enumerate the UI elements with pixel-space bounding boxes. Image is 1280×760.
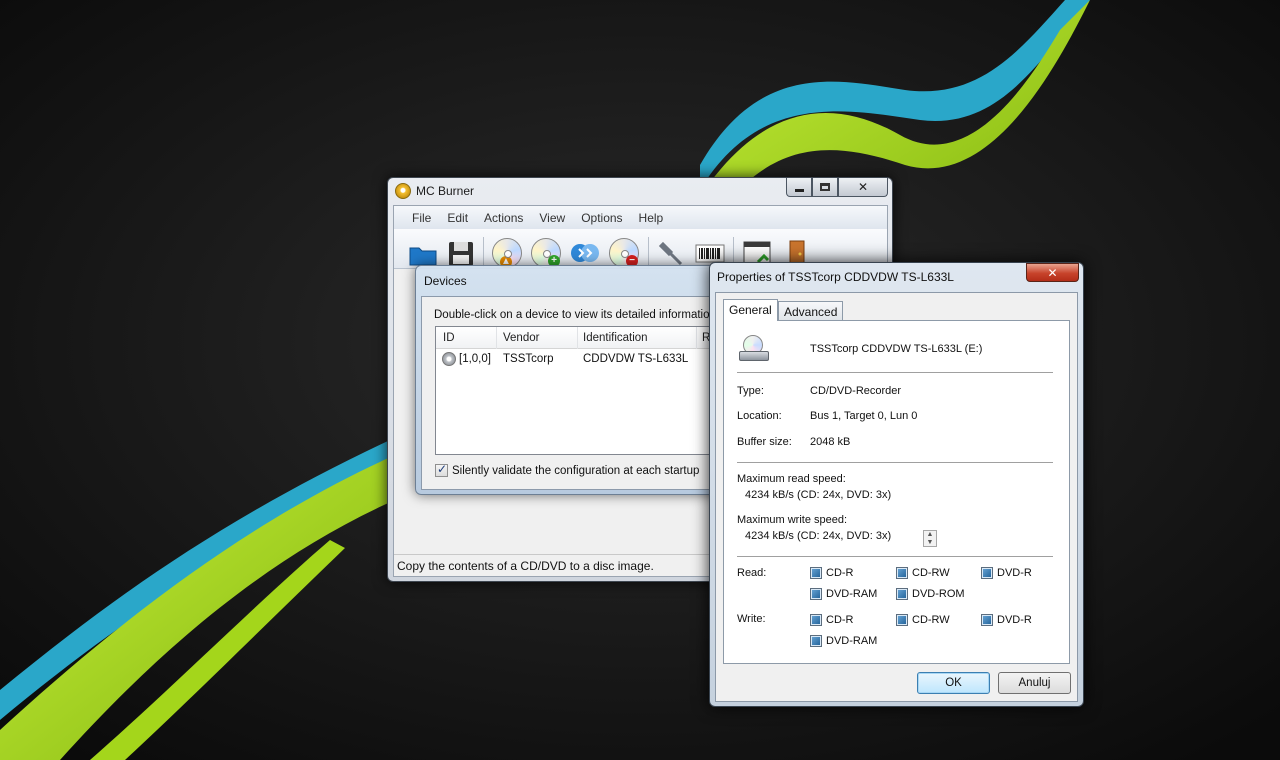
maximize-icon [820, 183, 830, 191]
capability-icon [810, 588, 822, 600]
menu-actions[interactable]: Actions [476, 206, 531, 229]
minimize-button[interactable] [786, 178, 812, 197]
copy-disc-button[interactable] [570, 238, 600, 268]
column-divider[interactable] [696, 327, 697, 349]
menu-bar: File Edit Actions View Options Help [394, 206, 887, 229]
read-caps-label: Read: [737, 567, 767, 579]
devices-dialog-title: Devices [424, 274, 467, 288]
floppy-disk-icon [449, 242, 473, 266]
write-cap-dvd-ram: DVD-RAM [810, 635, 877, 647]
save-button[interactable] [446, 238, 476, 268]
divider [737, 372, 1053, 373]
menu-edit[interactable]: Edit [439, 206, 476, 229]
capability-icon [981, 567, 993, 579]
table-row[interactable]: [1,0,0] TSSTcorp CDDVDW TS-L633L [436, 351, 724, 369]
max-read-speed-label: Maximum read speed: [737, 473, 846, 485]
capability-icon [896, 567, 908, 579]
validate-config-label: Silently validate the configuration at e… [452, 464, 700, 477]
cd-drive-icon [737, 333, 771, 365]
menu-options[interactable]: Options [573, 206, 630, 229]
column-header-id[interactable]: ID [443, 332, 455, 344]
write-caps-label: Write: [737, 613, 766, 625]
location-label: Location: [737, 410, 782, 422]
write-cap-cd-r: CD-R [810, 614, 854, 626]
app-disc-icon [395, 183, 411, 199]
spinner-down-icon[interactable]: ▼ [927, 539, 934, 546]
read-cap-cd-r: CD-R [810, 567, 854, 579]
column-header-vendor[interactable]: Vendor [503, 332, 539, 344]
device-identification: CDDVDW TS-L633L [583, 353, 689, 365]
window-title: MC Burner [416, 184, 475, 198]
cd-drive-icon [442, 352, 456, 366]
burn-disc-button[interactable]: ▲ [492, 238, 522, 268]
capability-icon [896, 614, 908, 626]
validate-config-checkbox[interactable] [435, 462, 448, 477]
devices-list[interactable]: ID Vendor Identification R [1,0,0] TSSTc… [435, 326, 725, 455]
spinner-up-icon[interactable]: ▲ [927, 531, 934, 538]
write-speed-spinner[interactable]: ▲ ▼ [923, 530, 937, 547]
tab-advanced[interactable]: Advanced [778, 301, 844, 321]
write-cap-dvd-r: DVD-R [981, 614, 1032, 626]
read-cap-dvd-rom: DVD-ROM [896, 588, 965, 600]
devices-client-area: Double-click on a device to view its det… [421, 296, 725, 490]
menu-view[interactable]: View [531, 206, 573, 229]
column-divider[interactable] [496, 327, 497, 349]
max-write-speed-label: Maximum write speed: [737, 514, 848, 526]
general-tab-page: TSSTcorp CDDVDW TS-L633L (E:) Type: CD/D… [723, 320, 1070, 664]
maximize-button[interactable] [812, 178, 838, 197]
tab-general[interactable]: General [723, 299, 778, 321]
divider [737, 462, 1053, 463]
device-vendor: TSSTcorp [503, 353, 554, 365]
capability-icon [810, 614, 822, 626]
location-value: Bus 1, Target 0, Lun 0 [810, 410, 918, 422]
capability-icon [810, 635, 822, 647]
buffer-size-value: 2048 kB [810, 436, 851, 448]
type-label: Type: [737, 385, 764, 397]
close-icon: ✕ [857, 180, 869, 194]
erase-disc-button[interactable]: − [609, 238, 639, 268]
max-write-speed-value: 4234 kB/s (CD: 24x, DVD: 3x) [745, 530, 892, 542]
toolbar-separator [648, 237, 649, 267]
capability-icon [810, 567, 822, 579]
close-icon: ✕ [1047, 265, 1058, 280]
properties-close-button[interactable]: ✕ [1026, 263, 1079, 282]
read-cap-cd-rw: CD-RW [896, 567, 950, 579]
ok-button[interactable]: OK [917, 672, 990, 694]
column-header-identification[interactable]: Identification [583, 332, 648, 344]
devices-dialog: Devices Double-click on a device to view… [415, 265, 725, 495]
divider [737, 556, 1053, 557]
read-cap-dvd-ram: DVD-RAM [810, 588, 877, 600]
buffer-size-label: Buffer size: [737, 436, 792, 448]
capability-icon [896, 588, 908, 600]
validate-config-option[interactable]: Silently validate the configuration at e… [435, 462, 700, 477]
menu-help[interactable]: Help [631, 206, 672, 229]
minimize-icon [794, 188, 804, 192]
max-read-speed-value: 4234 kB/s (CD: 24x, DVD: 3x) [745, 489, 892, 501]
wrench-icon [658, 241, 683, 266]
settings-tools-button[interactable] [657, 238, 687, 268]
read-cap-dvd-r: DVD-R [981, 567, 1032, 579]
devices-list-header: ID Vendor Identification R [436, 327, 724, 349]
devices-hint-text: Double-click on a device to view its det… [434, 309, 720, 321]
folder-icon [409, 247, 437, 266]
title-bar[interactable]: MC Burner ✕ [388, 178, 892, 205]
menu-file[interactable]: File [404, 206, 439, 229]
device-id: [1,0,0] [459, 353, 491, 365]
write-cap-cd-rw: CD-RW [896, 614, 950, 626]
type-value: CD/DVD-Recorder [810, 385, 902, 397]
column-divider[interactable] [577, 327, 578, 349]
properties-client-area: General Advanced TSSTcorp CDDVDW TS-L633… [715, 292, 1078, 702]
capability-icon [981, 614, 993, 626]
copy-arrows-icon [571, 244, 599, 262]
device-name: TSSTcorp CDDVDW TS-L633L (E:) [810, 343, 983, 355]
open-folder-button[interactable] [408, 238, 438, 268]
properties-dialog: Properties of TSSTcorp CDDVDW TS-L633L ✕… [709, 262, 1084, 707]
properties-dialog-title: Properties of TSSTcorp CDDVDW TS-L633L [717, 270, 954, 284]
close-button[interactable]: ✕ [838, 178, 888, 197]
add-disc-button[interactable]: + [531, 238, 561, 268]
cancel-button[interactable]: Anuluj [998, 672, 1071, 694]
toolbar-separator [483, 237, 484, 267]
